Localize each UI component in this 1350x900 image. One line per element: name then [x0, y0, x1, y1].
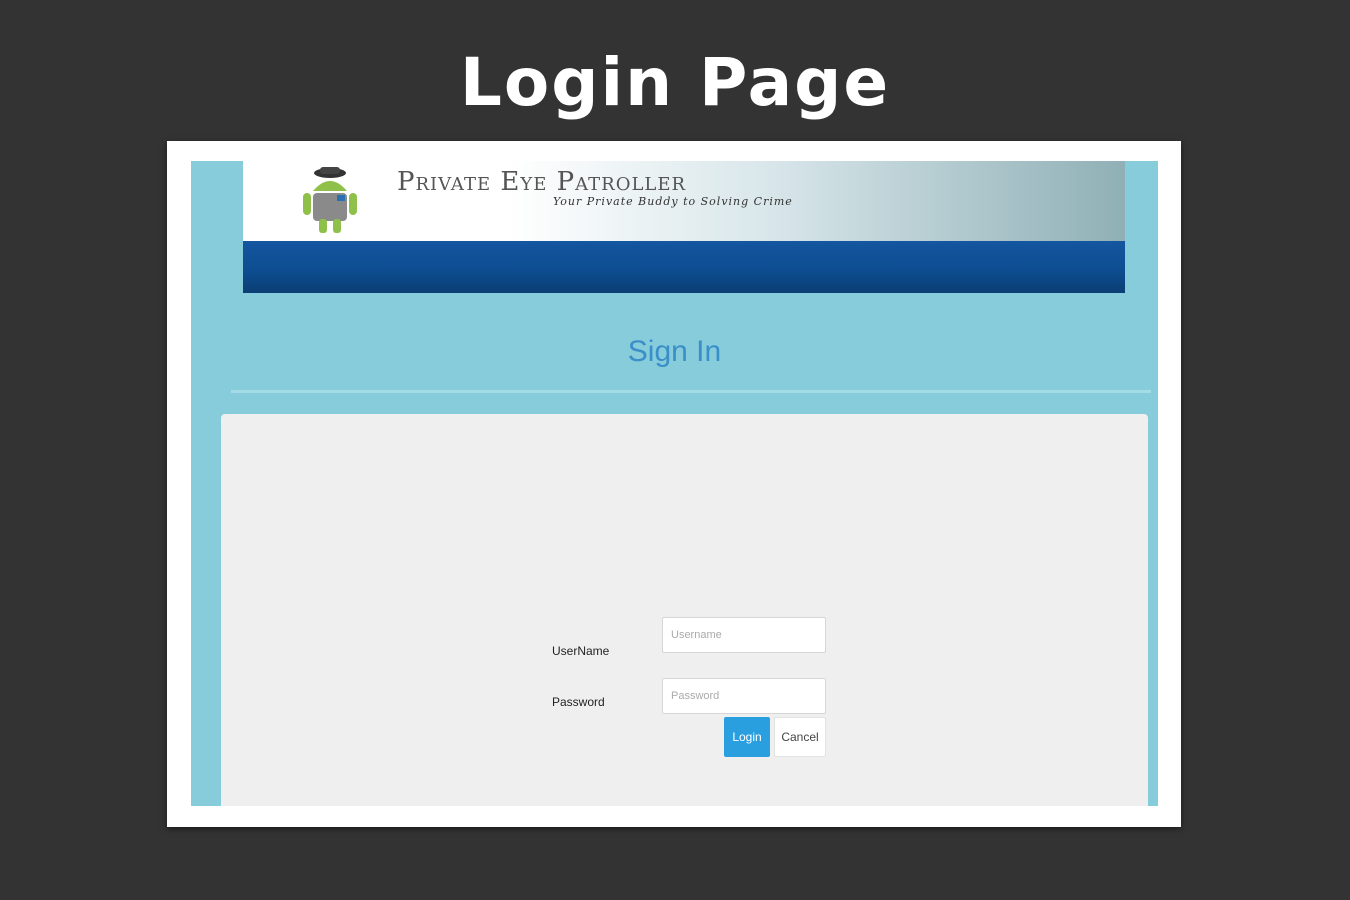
header-banner: Private Eye Patroller Your Private Buddy…: [243, 161, 1125, 241]
cancel-button[interactable]: Cancel: [774, 717, 826, 757]
username-label: UserName: [552, 644, 610, 658]
login-button[interactable]: Login: [724, 717, 770, 757]
app-window: Private Eye Patroller Your Private Buddy…: [191, 161, 1158, 806]
screenshot-frame: Private Eye Patroller Your Private Buddy…: [167, 141, 1181, 827]
android-detective-icon: [293, 165, 367, 235]
brand-tagline: Your Private Buddy to Solving Crime: [553, 195, 793, 208]
slide-title: Login Page: [459, 44, 891, 121]
username-input[interactable]: [662, 617, 826, 653]
password-input[interactable]: [662, 678, 826, 714]
divider: [231, 390, 1151, 393]
login-panel: UserName Password Login Cancel: [221, 414, 1148, 806]
password-label: Password: [552, 695, 605, 709]
brand-title: Private Eye Patroller: [397, 167, 687, 197]
navigation-bar: [243, 241, 1125, 293]
signin-heading: Sign In: [627, 335, 722, 368]
